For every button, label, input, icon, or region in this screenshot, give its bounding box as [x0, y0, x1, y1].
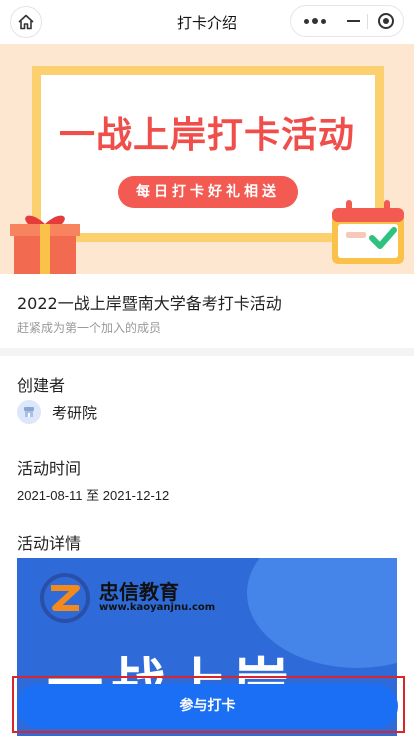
banner-headline: 一战上岸打卡活动	[58, 115, 355, 156]
creator-row[interactable]: 考研院	[17, 400, 97, 424]
brand-url: www.kaoyanjnu.com	[99, 602, 216, 613]
creator-label: 创建者	[17, 376, 66, 395]
activity-title: 2022一战上岸暨南大学备考打卡活动	[17, 294, 282, 313]
date-range: 2021-08-11 至 2021-12-12	[17, 488, 170, 503]
minimize-icon	[346, 20, 360, 22]
shop-icon	[24, 407, 34, 417]
target-close-icon	[378, 13, 394, 29]
activity-banner: 一战上岸打卡活动 每日打卡好礼相送	[0, 44, 414, 274]
join-checkin-button[interactable]: 参与打卡	[17, 684, 398, 728]
activity-subtitle: 赶紧成为第一个加入的成员	[17, 321, 162, 335]
mini-program-capsule	[290, 5, 404, 37]
banner-pill: 每日打卡好礼相送	[118, 176, 298, 208]
more-button[interactable]	[291, 6, 339, 36]
minimize-button[interactable]	[339, 6, 367, 36]
close-button[interactable]	[368, 6, 404, 36]
section-divider	[0, 348, 414, 356]
gift-box-icon	[10, 215, 80, 274]
brand-logo-icon	[40, 573, 90, 623]
creator-name: 考研院	[52, 403, 98, 422]
time-label: 活动时间	[17, 459, 82, 478]
brand-name: 忠信教育	[99, 580, 179, 604]
calendar-check-icon	[332, 200, 404, 264]
more-dots-icon	[304, 18, 309, 24]
nav-header: 打卡介绍	[0, 0, 414, 44]
details-label: 活动详情	[17, 534, 82, 553]
creator-avatar	[17, 400, 41, 424]
